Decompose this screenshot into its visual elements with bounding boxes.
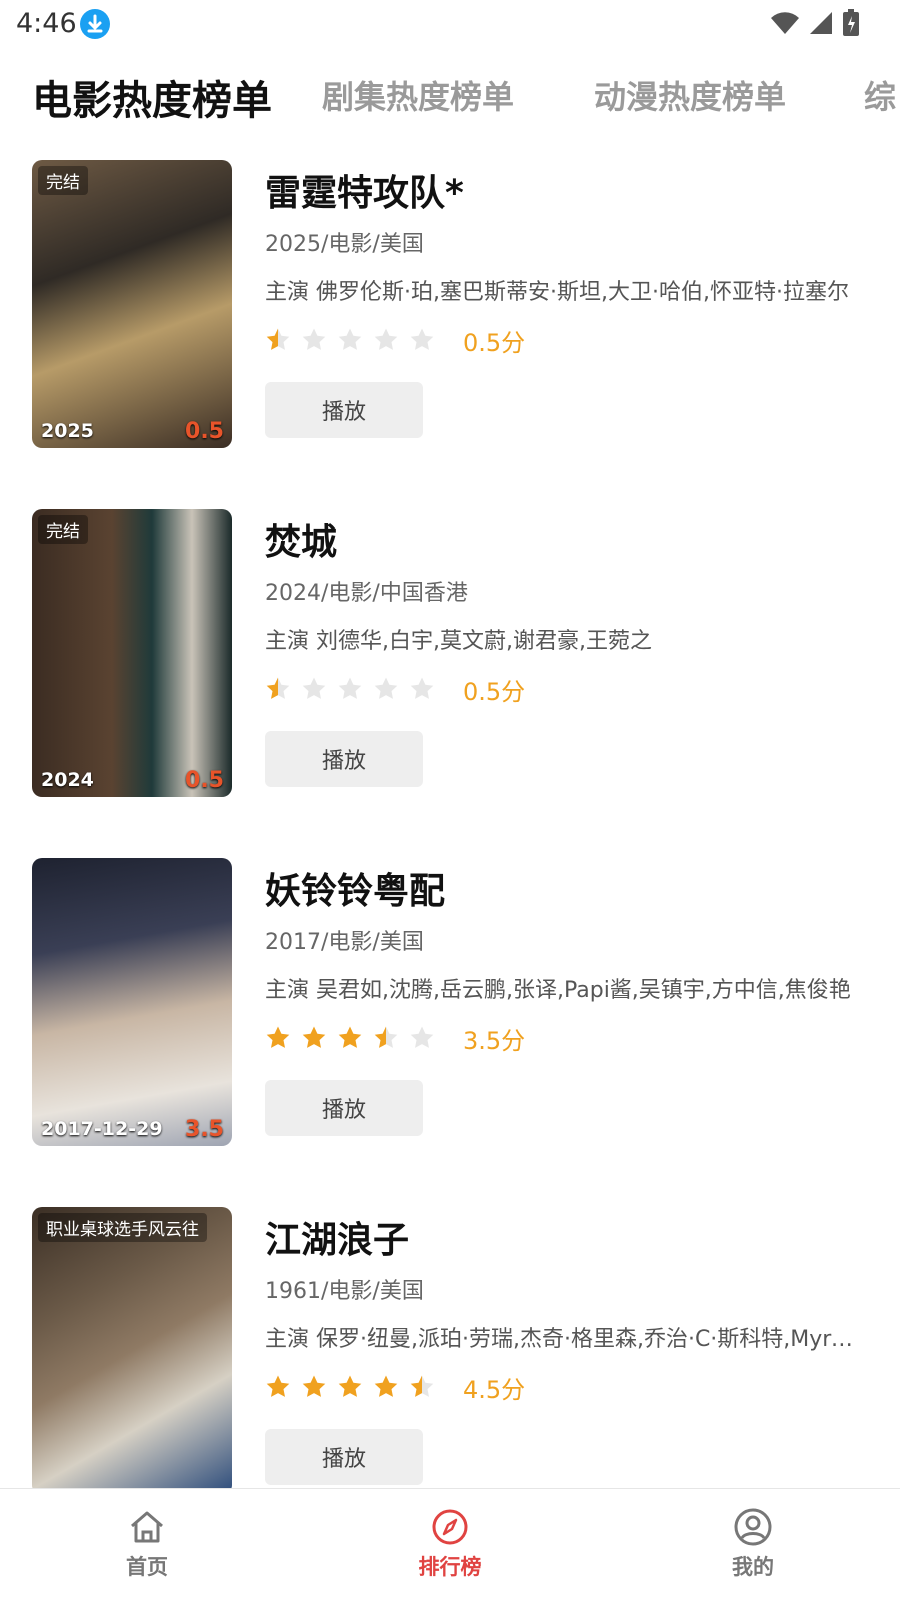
- star-icon: [338, 328, 362, 350]
- star-icon: [410, 677, 434, 699]
- play-button[interactable]: 播放: [265, 1080, 423, 1136]
- compass-icon: [432, 1509, 468, 1545]
- item-title[interactable]: 焚城: [265, 513, 875, 563]
- poster-image[interactable]: 完结 2025 0.5: [32, 160, 232, 448]
- list-item[interactable]: 2017-12-29 3.5 妖铃铃粤配 2017/电影/美国 主演 吴君如,沈…: [0, 858, 900, 1146]
- star-icon: [374, 677, 398, 699]
- poster-tag: 完结: [38, 166, 88, 195]
- item-cast: 主演 吴君如,沈腾,岳云鹏,张译,Papi酱,吴镇宇,方中信,焦俊艳: [265, 978, 851, 1003]
- item-title[interactable]: 雷霆特攻队*: [265, 164, 875, 214]
- item-score: 4.5分: [463, 1375, 526, 1404]
- list-item[interactable]: 职业桌球选手风云往 江湖浪子 1961/电影/美国 主演 保罗·纽曼,派珀·劳瑞…: [0, 1207, 900, 1488]
- nav-ranking[interactable]: 排行榜: [380, 1507, 520, 1581]
- nav-home-label: 首页: [126, 1555, 168, 1579]
- status-bar: 4:46: [0, 0, 900, 48]
- item-rating: 4.5分: [265, 1369, 875, 1405]
- star-icon: [266, 677, 290, 699]
- tab-anime-ranking[interactable]: 动漫热度榜单: [594, 72, 786, 118]
- poster-tag: 完结: [38, 515, 88, 544]
- category-tabs: 电影热度榜单 剧集热度榜单 动漫热度榜单 综: [0, 64, 900, 144]
- item-rating: 0.5分: [265, 671, 875, 707]
- poster-image[interactable]: 职业桌球选手风云往: [32, 1207, 232, 1488]
- tab-movie-ranking[interactable]: 电影热度榜单: [32, 68, 272, 126]
- star-icon: [374, 1375, 398, 1397]
- star-rating: [265, 676, 435, 702]
- star-rating: [265, 1374, 435, 1400]
- item-meta: 2017/电影/美国: [265, 930, 424, 955]
- star-icon: [302, 1375, 326, 1397]
- profile-icon: [734, 1508, 772, 1546]
- star-rating: [265, 1025, 435, 1051]
- poster-score: 0.5: [185, 419, 224, 444]
- item-score: 0.5分: [463, 677, 526, 706]
- play-button[interactable]: 播放: [265, 382, 423, 438]
- item-cast: 主演 佛罗伦斯·珀,塞巴斯蒂安·斯坦,大卫·哈伯,怀亚特·拉塞尔: [265, 280, 849, 305]
- star-icon: [338, 1026, 362, 1048]
- download-icon: [80, 9, 110, 39]
- item-score: 0.5分: [463, 328, 526, 357]
- star-icon: [266, 328, 290, 350]
- home-icon: [131, 1511, 163, 1543]
- star-icon: [410, 1375, 434, 1397]
- poster-score: 3.5: [185, 1117, 224, 1142]
- status-time: 4:46: [16, 8, 77, 39]
- star-icon: [338, 1375, 362, 1397]
- play-button[interactable]: 播放: [265, 1429, 423, 1485]
- star-icon: [266, 1375, 290, 1397]
- star-icon: [302, 677, 326, 699]
- signal-icon: [808, 10, 834, 40]
- poster-score: 0.5: [185, 768, 224, 793]
- nav-profile-label: 我的: [732, 1555, 774, 1579]
- nav-profile[interactable]: 我的: [683, 1507, 823, 1581]
- star-icon: [410, 328, 434, 350]
- item-meta: 2024/电影/中国香港: [265, 581, 468, 606]
- star-icon: [410, 1026, 434, 1048]
- item-score: 3.5分: [463, 1026, 526, 1055]
- ranking-list: 完结 2025 0.5 雷霆特攻队* 2025/电影/美国 主演 佛罗伦斯·珀,…: [0, 160, 900, 1488]
- poster-year: 2025: [41, 420, 94, 442]
- poster-image[interactable]: 完结 2024 0.5: [32, 509, 232, 797]
- star-icon: [302, 1026, 326, 1048]
- list-item[interactable]: 完结 2025 0.5 雷霆特攻队* 2025/电影/美国 主演 佛罗伦斯·珀,…: [0, 160, 900, 448]
- play-button[interactable]: 播放: [265, 731, 423, 787]
- star-icon: [374, 1026, 398, 1048]
- tab-series-ranking[interactable]: 剧集热度榜单: [322, 72, 514, 118]
- tab-variety-ranking[interactable]: 综: [864, 72, 896, 118]
- bottom-nav: 首页 排行榜 我的: [0, 1488, 900, 1601]
- star-icon: [374, 328, 398, 350]
- item-title[interactable]: 江湖浪子: [265, 1211, 875, 1261]
- poster-image[interactable]: 2017-12-29 3.5: [32, 858, 232, 1146]
- item-meta: 2025/电影/美国: [265, 232, 424, 257]
- nav-home[interactable]: 首页: [77, 1507, 217, 1581]
- item-rating: 0.5分: [265, 322, 875, 358]
- battery-icon: [842, 9, 860, 41]
- item-rating: 3.5分: [265, 1020, 875, 1056]
- poster-year: 2024: [41, 769, 94, 791]
- item-meta: 1961/电影/美国: [265, 1279, 424, 1304]
- poster-year: 2017-12-29: [41, 1118, 163, 1140]
- item-title[interactable]: 妖铃铃粤配: [265, 862, 875, 912]
- wifi-icon: [770, 10, 800, 40]
- star-rating: [265, 327, 435, 353]
- nav-ranking-label: 排行榜: [418, 1555, 482, 1579]
- list-item[interactable]: 完结 2024 0.5 焚城 2024/电影/中国香港 主演 刘德华,白宇,莫文…: [0, 509, 900, 797]
- star-icon: [338, 677, 362, 699]
- star-icon: [302, 328, 326, 350]
- star-icon: [266, 1026, 290, 1048]
- poster-tag: 职业桌球选手风云往: [38, 1213, 207, 1242]
- item-cast: 主演 刘德华,白宇,莫文蔚,谢君豪,王菀之: [265, 629, 652, 654]
- item-cast: 主演 保罗·纽曼,派珀·劳瑞,杰奇·格里森,乔治·C·斯科特,Myron McC…: [265, 1327, 855, 1352]
